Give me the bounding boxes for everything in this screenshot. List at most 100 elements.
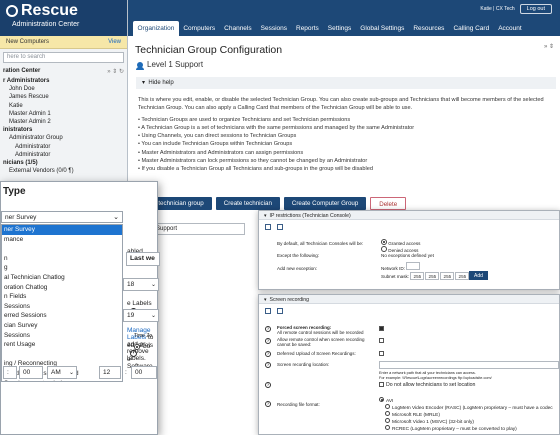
logout-button[interactable]: Log out	[519, 4, 552, 14]
hour-dropdown-1[interactable]: 18 ⌄	[123, 278, 159, 291]
report-type-option[interactable]: cian Survey	[2, 321, 122, 331]
report-type-option[interactable]: Sessions	[2, 302, 122, 312]
lock-icon[interactable]	[265, 308, 271, 314]
deferred-upload-label: Deferred Upload of Screen Recordings:	[277, 351, 356, 356]
tab-account[interactable]: Account	[494, 21, 527, 36]
tree-item[interactable]: Administrator	[3, 151, 127, 159]
tree-item[interactable]: Master Admin 2	[3, 118, 127, 126]
tab-channels[interactable]: Channels	[220, 21, 256, 36]
report-type-option[interactable]	[2, 244, 122, 254]
tab-reports[interactable]: Reports	[292, 21, 324, 36]
rec-panel-icons	[265, 308, 286, 314]
report-type-option[interactable]: mance	[2, 235, 122, 245]
tab-computers[interactable]: Computers	[179, 21, 220, 36]
network-id-label: Network ID:	[381, 266, 405, 271]
hour-value-2: 19	[127, 312, 135, 319]
hide-help-toggle[interactable]: ▾ Hide help	[136, 77, 556, 89]
help-bullet-text: Master Administrators and Administrators…	[141, 149, 304, 156]
tab-organization[interactable]: Organization	[133, 21, 179, 36]
minute-dropdown-2[interactable]: 00	[131, 366, 157, 379]
report-type-option[interactable]: g	[2, 263, 122, 273]
rescue-logo: Rescue	[6, 3, 121, 19]
ip-panel-header[interactable]: ▾ IP restrictions (Technician Console)	[259, 211, 559, 220]
time-zone-radio[interactable]: Lo	[134, 343, 150, 350]
copy-icon[interactable]	[277, 224, 283, 230]
help-icon[interactable]: ?	[265, 326, 271, 332]
minute-dropdown-1[interactable]: 00	[19, 366, 43, 379]
report-type-select[interactable]: ner Survey ⌄	[1, 211, 123, 223]
report-type-option[interactable]: oration Chatlog	[2, 283, 122, 293]
granted-option[interactable]: Granted access	[381, 239, 420, 246]
help-bullet: • If you disable a Technician Group all …	[138, 165, 553, 173]
lock-icon[interactable]	[265, 224, 271, 230]
action-buttons: ate technician group Create technician C…	[140, 197, 407, 210]
report-type-option[interactable]: erred Sessions	[2, 311, 122, 321]
tab-settings[interactable]: Settings	[323, 21, 356, 36]
tree-item[interactable]: nicians (1/5)	[3, 159, 127, 167]
deferred-upload-checkbox[interactable]	[379, 351, 386, 357]
add-exception-button[interactable]: Add	[469, 271, 488, 280]
help-icon[interactable]: ?	[265, 401, 271, 407]
report-type-option[interactable]: ner Survey	[2, 225, 122, 235]
report-type-option[interactable]: n Fields	[2, 292, 122, 302]
screenshot-root: Rescue Administration Center New Compute…	[0, 0, 560, 435]
forced-recording-label: Forced screen recording: All remote contr…	[277, 325, 364, 335]
copy-icon[interactable]	[277, 308, 283, 314]
help-bullet-text: If you disable a Technician Group all Te…	[141, 166, 373, 173]
help-icon[interactable]: ?	[265, 338, 271, 344]
org-tree: r Administrators John Doe James Rescue Kati…	[0, 77, 127, 175]
tree-item[interactable]: inistrators	[3, 126, 127, 134]
group-icon	[136, 61, 144, 70]
tab-calling-card[interactable]: Calling Card	[449, 21, 494, 36]
tree-item[interactable]: Administrator Group	[3, 134, 127, 142]
tree-item[interactable]: Administrator	[3, 143, 127, 151]
group-name-label: Level 1 Support	[147, 60, 204, 69]
denied-option[interactable]: Denied access	[381, 246, 418, 253]
search-input[interactable]: here to search	[3, 52, 124, 63]
tab-global-settings[interactable]: Global Settings	[356, 21, 409, 36]
hour-dropdown-3[interactable]: 12	[99, 366, 121, 379]
file-format-option[interactable]: RCREC (LogMeIn proprietary – must be con…	[379, 425, 517, 432]
help-icon[interactable]: ?	[265, 351, 271, 357]
allow-remote-checkbox[interactable]	[379, 338, 386, 344]
mask-octet-4[interactable]: 255	[455, 272, 470, 280]
tab-sessions[interactable]: Sessions	[256, 21, 291, 36]
tree-item[interactable]: John Doe	[3, 85, 127, 93]
tree-item[interactable]: Katie	[3, 102, 127, 110]
hour-value-1: 18	[127, 281, 135, 288]
view-link[interactable]: View	[108, 39, 121, 45]
do-not-allow-option[interactable]: Do not allow technicians to set location	[379, 382, 475, 388]
hour-dropdown-2[interactable]: 19 ⌄	[123, 309, 159, 322]
delete-button[interactable]: Delete	[370, 197, 407, 210]
tab-resources[interactable]: Resources	[409, 21, 449, 36]
report-type-option[interactable]: Sessions - extended	[2, 379, 122, 382]
report-type-option[interactable]: al Technician Chatlog	[2, 273, 122, 283]
org-header-controls[interactable]: » ⇕ ↻	[107, 68, 124, 75]
mask-octet-1[interactable]: 255	[410, 272, 425, 280]
report-type-option[interactable]	[2, 350, 122, 360]
ampm-dropdown[interactable]: AM ⌄	[47, 366, 77, 379]
report-type-option[interactable]: Sessions	[2, 331, 122, 341]
tree-item[interactable]: r Administrators	[3, 77, 127, 85]
help-icon[interactable]: ?	[265, 362, 271, 368]
report-type-option[interactable]: rent Usage	[2, 340, 122, 350]
mask-octet-2[interactable]: 255	[425, 272, 440, 280]
forced-recording-checkbox[interactable]	[379, 326, 386, 332]
create-technician-button[interactable]: Create technician	[215, 197, 280, 210]
help-icon[interactable]: ?	[265, 382, 271, 388]
help-bullet-text: Technician Groups are used to organize T…	[141, 116, 351, 123]
recording-location-input[interactable]	[379, 361, 559, 369]
mask-octet-3[interactable]: 255	[440, 272, 455, 280]
group-name-field[interactable]: 1 Support	[147, 223, 245, 235]
tree-item[interactable]: Master Admin 1	[3, 110, 127, 118]
page-title: Technician Group Configuration	[135, 44, 283, 56]
network-id-input[interactable]	[406, 262, 421, 270]
last-web-tab[interactable]: Last we	[126, 252, 160, 266]
tree-item[interactable]: James Rescue	[3, 93, 127, 101]
create-computer-group-button[interactable]: Create Computer Group	[283, 197, 367, 210]
user-name: Katie | CX Tech	[480, 6, 515, 12]
tree-item[interactable]: External Vendors (0/0 ¶)	[3, 167, 127, 175]
rec-panel-header[interactable]: ▾ Screen recording	[259, 295, 559, 304]
main-controls[interactable]: » ⇕	[544, 43, 554, 50]
report-type-option[interactable]: n	[2, 254, 122, 264]
